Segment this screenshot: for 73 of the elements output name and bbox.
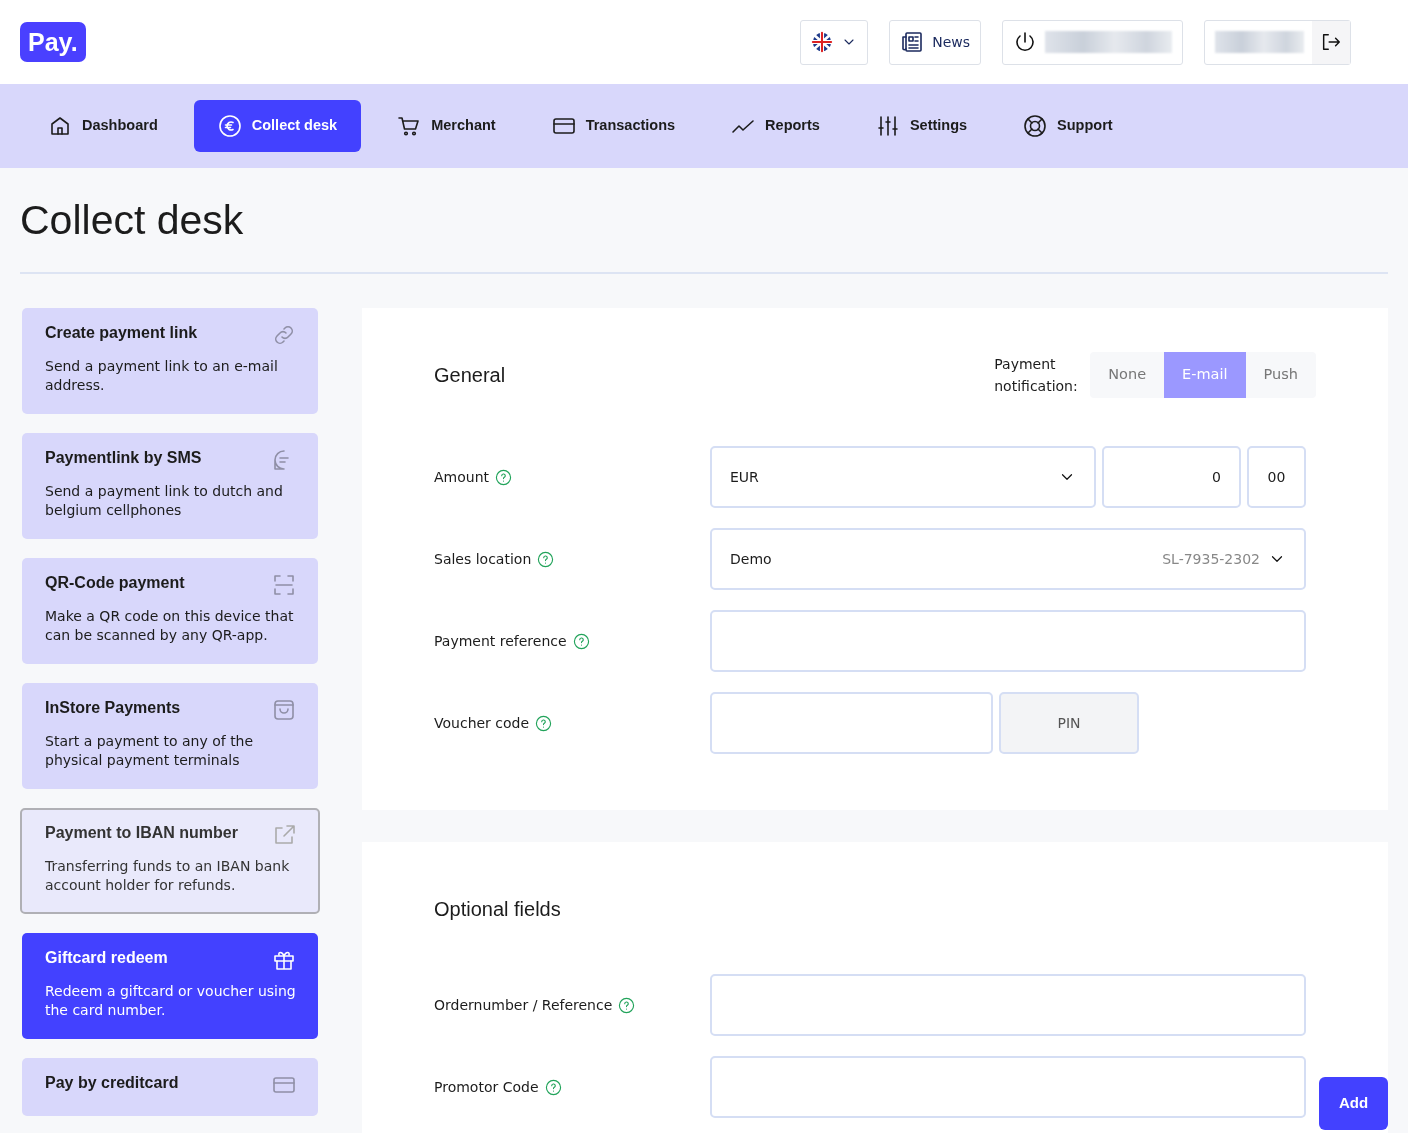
help-icon: [535, 714, 553, 732]
scan-icon: [272, 573, 296, 597]
cart-icon: [397, 114, 422, 138]
text-field[interactable]: [710, 1056, 1306, 1118]
card-description: Make a QR code on this device that can be scanned by any QR-app.: [45, 607, 295, 645]
decimals-field[interactable]: 00: [1247, 446, 1306, 508]
action-card[interactable]: Giftcard redeem Redeem a giftcard or voucher using the card number.: [22, 933, 318, 1039]
voucher-field[interactable]: [710, 692, 993, 754]
page-title: Collect desk: [20, 196, 245, 245]
nav-tab[interactable]: Merchant: [377, 100, 516, 152]
nav-tab[interactable]: Reports: [711, 100, 840, 152]
newspaper-icon: [900, 30, 925, 54]
location-select[interactable]: Demo SL-7935-2302: [710, 528, 1306, 590]
notification-option[interactable]: None: [1090, 352, 1165, 398]
section-title: Optional fields: [434, 897, 562, 922]
status-box[interactable]: [1002, 19, 1183, 65]
text-field[interactable]: [710, 974, 1306, 1036]
currency-select[interactable]: EUR: [710, 446, 1096, 508]
flag-icon: [811, 31, 834, 53]
card-title: Payment to IBAN number: [45, 823, 238, 843]
help-icon: [537, 550, 555, 568]
card-title: Create payment link: [45, 323, 198, 343]
logout-button[interactable]: [1312, 20, 1350, 64]
notification-option[interactable]: Push: [1245, 352, 1316, 398]
section-title: General: [434, 363, 506, 388]
field-label: Payment reference: [434, 631, 567, 651]
news-button[interactable]: News: [889, 19, 981, 65]
card-description: Send a payment link to dutch and belgium cellphones: [45, 482, 284, 520]
help-icon: [495, 468, 512, 486]
external-link-icon: [273, 823, 297, 847]
notification-label: Payment notification:: [994, 355, 1079, 396]
link-icon: [272, 323, 296, 347]
action-card[interactable]: Payment to IBAN number Transferring funds to an IBAN bank account holder for refunds.: [20, 808, 320, 914]
home-icon: [48, 114, 72, 138]
logo[interactable]: Pay.: [20, 22, 86, 62]
field-label: Ordernumber / Reference: [434, 995, 613, 1015]
card-title: Paymentlink by SMS: [45, 448, 202, 468]
field-label: Amount: [434, 467, 489, 487]
card-description: Redeem a giftcard or voucher using the card number.: [45, 982, 296, 1020]
help-icon: [544, 1078, 562, 1096]
nav-tab[interactable]: Transactions: [531, 100, 696, 152]
nav-tab[interactable]: Settings: [855, 100, 988, 152]
action-card[interactable]: Pay by creditcard: [22, 1058, 318, 1116]
card-description: Start a payment to any of the physical payment terminals: [45, 732, 255, 770]
action-card[interactable]: Create payment link Send a payment link to an e-mail address.: [22, 308, 318, 414]
euro-icon: [217, 114, 242, 138]
action-card[interactable]: Paymentlink by SMS Send a payment link to dutch and belgium cellphones: [22, 433, 318, 539]
card-title: Pay by creditcard: [45, 1073, 179, 1093]
card-description: Send a payment link to an e-mail address.: [45, 357, 279, 395]
nav-tab[interactable]: Support: [1003, 100, 1133, 152]
action-card[interactable]: InStore Payments Start a payment to any of the physical payment terminals: [22, 683, 318, 789]
nav-tab[interactable]: Collect desk: [193, 100, 362, 152]
power-icon: [1013, 30, 1037, 54]
lifebuoy-icon: [1023, 114, 1048, 138]
add-button[interactable]: Add: [1319, 1077, 1388, 1130]
text-field[interactable]: [710, 610, 1306, 672]
action-card[interactable]: QR-Code payment Make a QR code on this device that can be scanned by any QR-app.: [22, 558, 318, 664]
language-selector[interactable]: [800, 19, 869, 65]
help-icon: [572, 632, 590, 650]
sliders-icon: [875, 114, 900, 138]
logout-icon: [1320, 31, 1342, 53]
shopping-bag-icon: [272, 698, 296, 722]
nav-tab[interactable]: Dashboard: [28, 100, 178, 152]
card-title: InStore Payments: [45, 698, 181, 718]
amount-field[interactable]: 0: [1102, 446, 1241, 508]
pin-button[interactable]: PIN: [999, 692, 1139, 754]
field-label: Promotor Code: [434, 1077, 539, 1097]
help-icon: [618, 996, 636, 1014]
card-title: QR-Code payment: [45, 573, 185, 593]
card-description: Transferring funds to an IBAN bank account holder for refunds.: [45, 857, 291, 895]
field-label: Sales location: [434, 549, 532, 569]
field-label: Voucher code: [434, 713, 530, 733]
card-title: Giftcard redeem: [45, 948, 168, 968]
